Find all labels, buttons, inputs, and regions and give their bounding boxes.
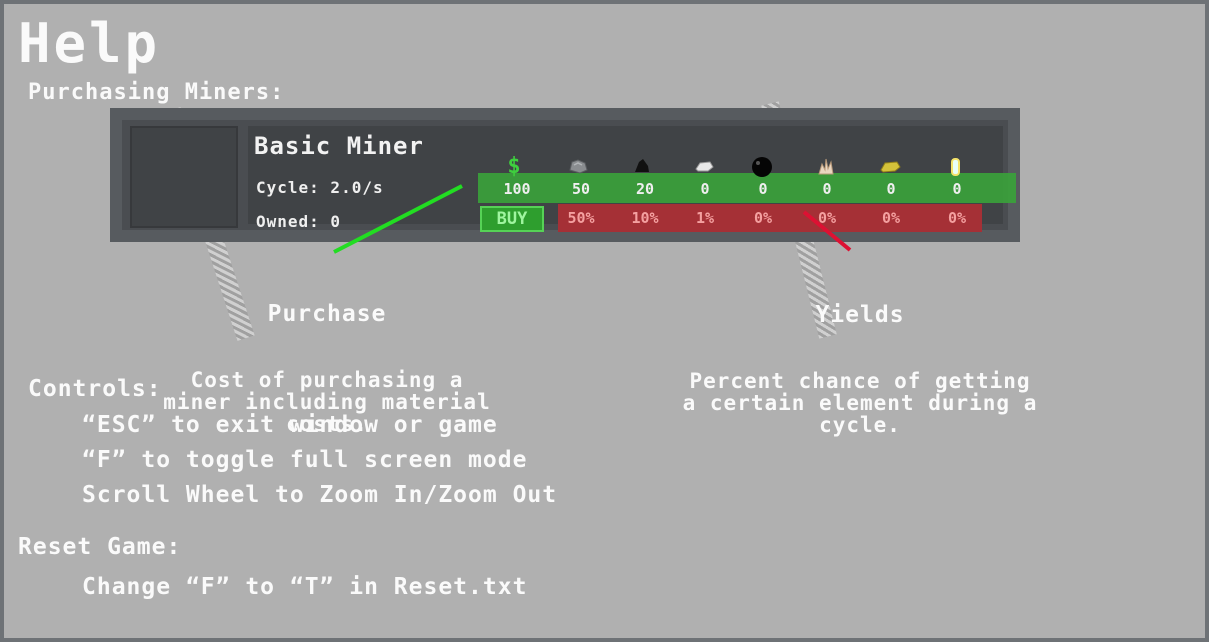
yield-pointer-line: [802, 210, 852, 252]
controls-heading: Controls:: [28, 376, 162, 402]
control-line-zoom: Scroll Wheel to Zoom In/Zoom Out: [82, 482, 558, 508]
yields-callout-text: Percent chance of getting a certain elem…: [682, 369, 1038, 437]
help-window: Help Purchasing Miners: Basic Miner Cycl…: [0, 0, 1209, 642]
purchase-callout-title: Purchase: [267, 301, 387, 327]
purchase-callout: Purchase Cost of purchasing a miner incl…: [92, 259, 562, 479]
control-line-fullscreen: “F” to toggle full screen mode: [82, 447, 528, 473]
yields-callout-title: Yields: [815, 302, 905, 328]
control-line-esc: “ESC” to exit window or game: [82, 412, 498, 438]
purchase-pointer-line: [333, 184, 463, 254]
yields-callout: Yields Percent chance of getting a certa…: [610, 260, 1110, 480]
reset-heading: Reset Game:: [18, 534, 182, 560]
reset-instruction: Change “F” to “T” in Reset.txt: [82, 574, 528, 600]
